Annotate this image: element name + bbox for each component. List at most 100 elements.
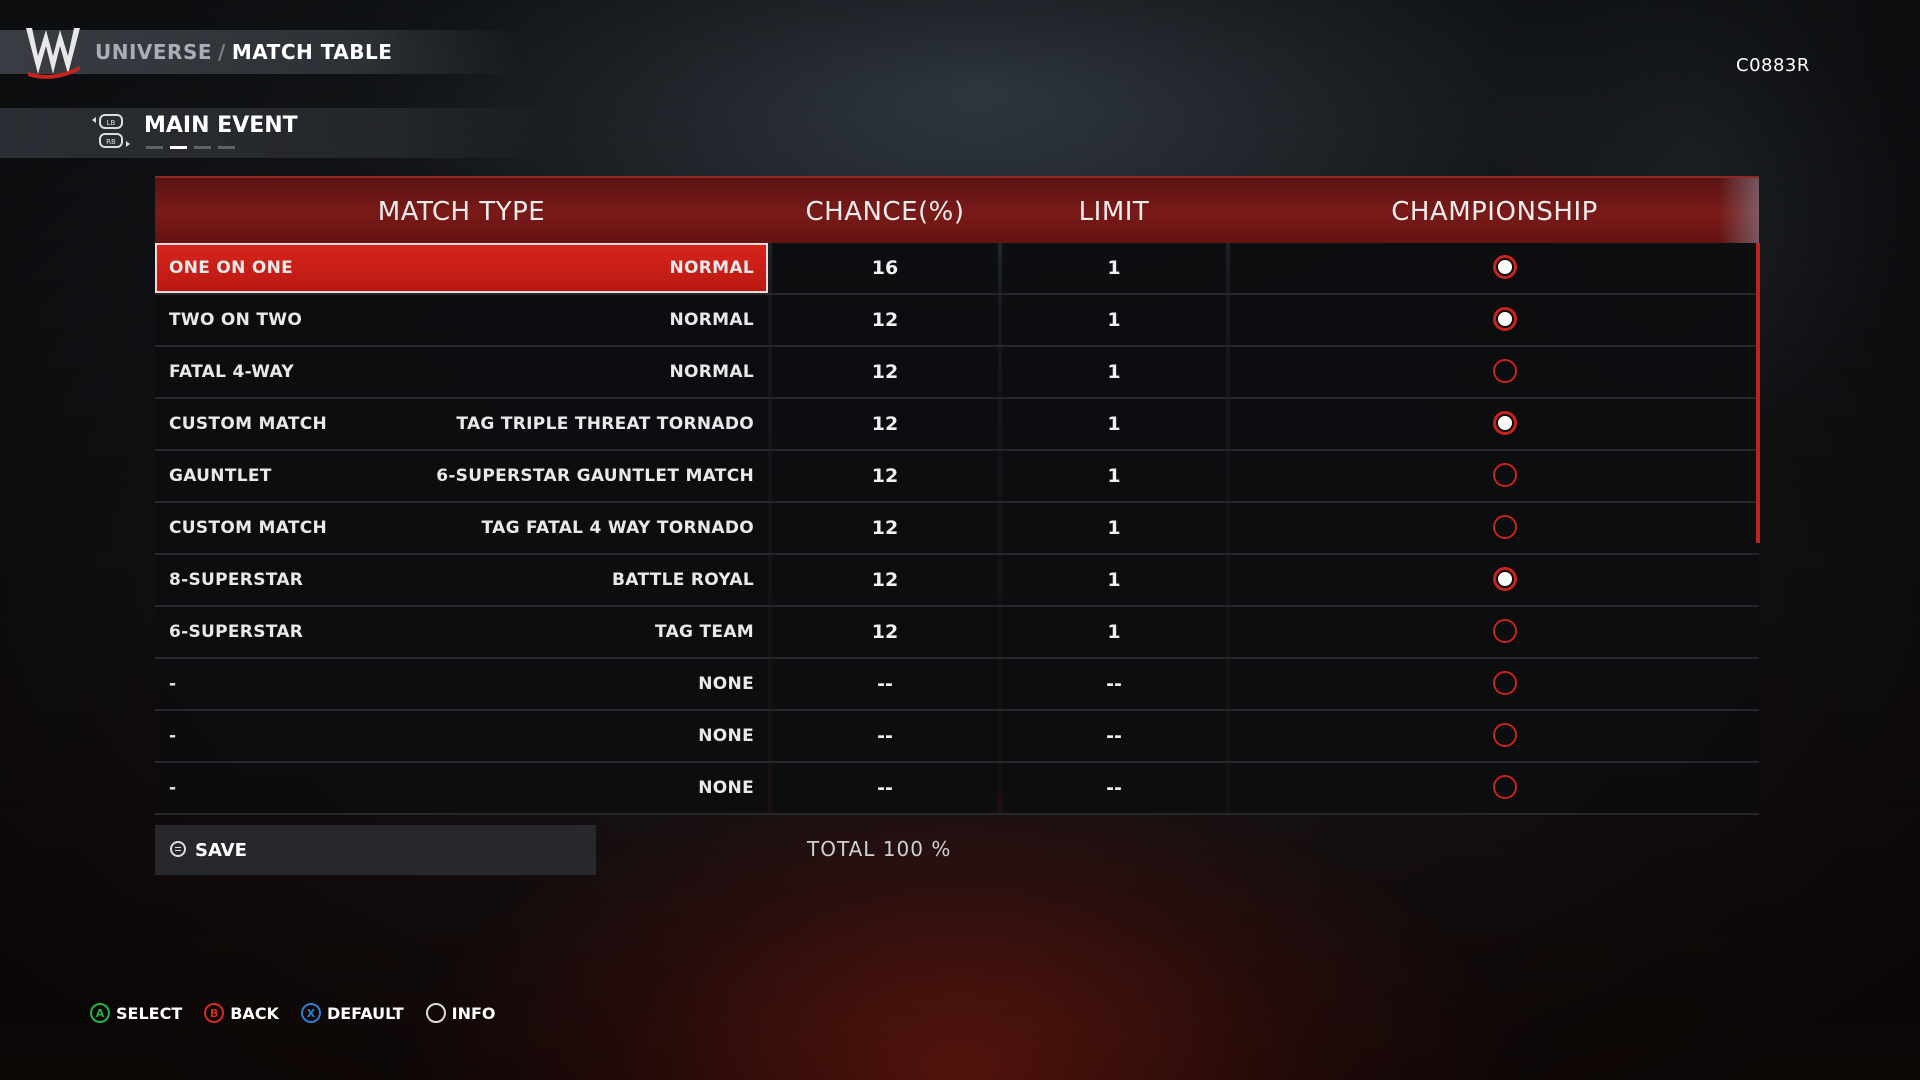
chance-cell[interactable]: -- — [772, 711, 998, 761]
championship-radio[interactable] — [1493, 359, 1517, 383]
chance-value: 12 — [871, 309, 899, 331]
championship-cell[interactable] — [1230, 503, 1759, 553]
table-row[interactable]: GAUNTLET 6-SUPERSTAR GAUNTLET MATCH 12 1 — [155, 451, 1759, 503]
match-type-cell[interactable]: GAUNTLET 6-SUPERSTAR GAUNTLET MATCH — [155, 451, 768, 501]
scrollbar[interactable] — [1756, 243, 1760, 543]
match-type-cell[interactable]: - NONE — [155, 659, 768, 709]
match-table: MATCH TYPE CHANCE(%) LIMIT CHAMPIONSHIP … — [155, 176, 1759, 815]
match-type-cell[interactable]: FATAL 4-WAY NORMAL — [155, 347, 768, 397]
limit-cell[interactable]: -- — [1002, 763, 1226, 813]
table-row[interactable]: CUSTOM MATCH TAG TRIPLE THREAT TORNADO 12 1 — [155, 399, 1759, 451]
table-row[interactable]: ONE ON ONE NORMAL 16 1 — [155, 243, 1759, 295]
table-row[interactable]: 6-SUPERSTAR TAG TEAM 12 1 — [155, 607, 1759, 659]
championship-cell[interactable] — [1230, 607, 1759, 657]
limit-value: 1 — [1107, 621, 1121, 643]
hint-back[interactable]: B BACK — [204, 1003, 279, 1023]
championship-radio[interactable] — [1493, 671, 1517, 695]
limit-cell[interactable]: 1 — [1002, 399, 1226, 449]
breadcrumb: UNIVERSE / MATCH TABLE — [95, 40, 392, 64]
championship-cell[interactable] — [1230, 347, 1759, 397]
match-type-label: GAUNTLET — [169, 466, 272, 486]
championship-radio[interactable] — [1493, 307, 1517, 331]
match-type-cell[interactable]: - NONE — [155, 763, 768, 813]
chance-cell[interactable]: 12 — [772, 607, 998, 657]
table-row[interactable]: - NONE -- -- — [155, 763, 1759, 815]
match-type-cell[interactable]: 8-SUPERSTAR BATTLE ROYAL — [155, 555, 768, 605]
chance-cell[interactable]: 12 — [772, 555, 998, 605]
hint-label: INFO — [451, 1003, 496, 1023]
rb-label: RB — [106, 138, 116, 146]
limit-value: 1 — [1107, 257, 1121, 279]
bumper-switch-icon[interactable]: LB RB — [90, 114, 134, 152]
limit-value: 1 — [1107, 569, 1121, 591]
chance-value: 12 — [871, 569, 899, 591]
match-type-cell[interactable]: 6-SUPERSTAR TAG TEAM — [155, 607, 768, 657]
limit-cell[interactable]: 1 — [1002, 347, 1226, 397]
championship-radio[interactable] — [1493, 775, 1517, 799]
championship-cell[interactable] — [1230, 451, 1759, 501]
championship-cell[interactable] — [1230, 659, 1759, 709]
table-row[interactable]: FATAL 4-WAY NORMAL 12 1 — [155, 347, 1759, 399]
table-row[interactable]: TWO ON TWO NORMAL 12 1 — [155, 295, 1759, 347]
championship-cell[interactable] — [1230, 295, 1759, 345]
limit-cell[interactable]: 1 — [1002, 555, 1226, 605]
limit-cell[interactable]: 1 — [1002, 503, 1226, 553]
chance-cell[interactable]: -- — [772, 763, 998, 813]
breadcrumb-match-table: MATCH TABLE — [231, 40, 393, 64]
championship-radio[interactable] — [1493, 567, 1517, 591]
hint-info[interactable]: INFO — [425, 1003, 496, 1023]
championship-cell[interactable] — [1230, 243, 1759, 293]
header-glare — [1719, 178, 1759, 243]
match-type-cell[interactable]: CUSTOM MATCH TAG TRIPLE THREAT TORNADO — [155, 399, 768, 449]
table-row[interactable]: CUSTOM MATCH TAG FATAL 4 WAY TORNADO 12 1 — [155, 503, 1759, 555]
match-type-label: CUSTOM MATCH — [169, 518, 328, 538]
championship-cell[interactable] — [1230, 711, 1759, 761]
limit-value: -- — [1106, 725, 1122, 747]
match-variant-label: 6-SUPERSTAR GAUNTLET MATCH — [436, 466, 754, 486]
match-type-cell[interactable]: CUSTOM MATCH TAG FATAL 4 WAY TORNADO — [155, 503, 768, 553]
match-type-cell[interactable]: ONE ON ONE NORMAL — [155, 243, 768, 293]
championship-radio[interactable] — [1493, 515, 1517, 539]
table-body: ONE ON ONE NORMAL 16 1 TWO ON TWO NORMAL 12 1 FA… — [155, 243, 1759, 815]
match-type-label: ONE ON ONE — [169, 258, 294, 278]
chance-cell[interactable]: 12 — [772, 503, 998, 553]
match-variant-label: NONE — [698, 778, 754, 798]
championship-cell[interactable] — [1230, 555, 1759, 605]
championship-cell[interactable] — [1230, 763, 1759, 813]
limit-value: -- — [1106, 673, 1122, 695]
limit-cell[interactable]: -- — [1002, 659, 1226, 709]
limit-cell[interactable]: 1 — [1002, 295, 1226, 345]
table-row[interactable]: - NONE -- -- — [155, 659, 1759, 711]
hint-label: SELECT — [116, 1003, 183, 1023]
limit-cell[interactable]: 1 — [1002, 607, 1226, 657]
page-dot — [146, 146, 163, 149]
championship-radio[interactable] — [1493, 463, 1517, 487]
match-type-cell[interactable]: TWO ON TWO NORMAL — [155, 295, 768, 345]
match-variant-label: NORMAL — [669, 310, 754, 330]
championship-radio[interactable] — [1493, 411, 1517, 435]
chance-cell[interactable]: -- — [772, 659, 998, 709]
match-variant-label: TAG FATAL 4 WAY TORNADO — [481, 518, 754, 538]
save-button[interactable]: SAVE — [155, 825, 596, 875]
table-row[interactable]: - NONE -- -- — [155, 711, 1759, 763]
chance-cell[interactable]: 12 — [772, 451, 998, 501]
limit-cell[interactable]: 1 — [1002, 451, 1226, 501]
chance-cell[interactable]: 12 — [772, 295, 998, 345]
chance-cell[interactable]: 12 — [772, 347, 998, 397]
match-type-cell[interactable]: - NONE — [155, 711, 768, 761]
championship-radio[interactable] — [1493, 255, 1517, 279]
championship-radio[interactable] — [1493, 619, 1517, 643]
chance-cell[interactable]: 12 — [772, 399, 998, 449]
limit-cell[interactable]: -- — [1002, 711, 1226, 761]
column-championship: CHAMPIONSHIP — [1391, 197, 1598, 227]
limit-cell[interactable]: 1 — [1002, 243, 1226, 293]
view-button-icon — [425, 1003, 446, 1023]
hint-select[interactable]: A SELECT — [90, 1003, 182, 1023]
championship-cell[interactable] — [1230, 399, 1759, 449]
match-variant-label: TAG TEAM — [655, 622, 754, 642]
championship-radio[interactable] — [1493, 723, 1517, 747]
column-limit: LIMIT — [1078, 197, 1150, 227]
chance-cell[interactable]: 16 — [772, 243, 998, 293]
table-row[interactable]: 8-SUPERSTAR BATTLE ROYAL 12 1 — [155, 555, 1759, 607]
hint-default[interactable]: X DEFAULT — [300, 1003, 404, 1023]
